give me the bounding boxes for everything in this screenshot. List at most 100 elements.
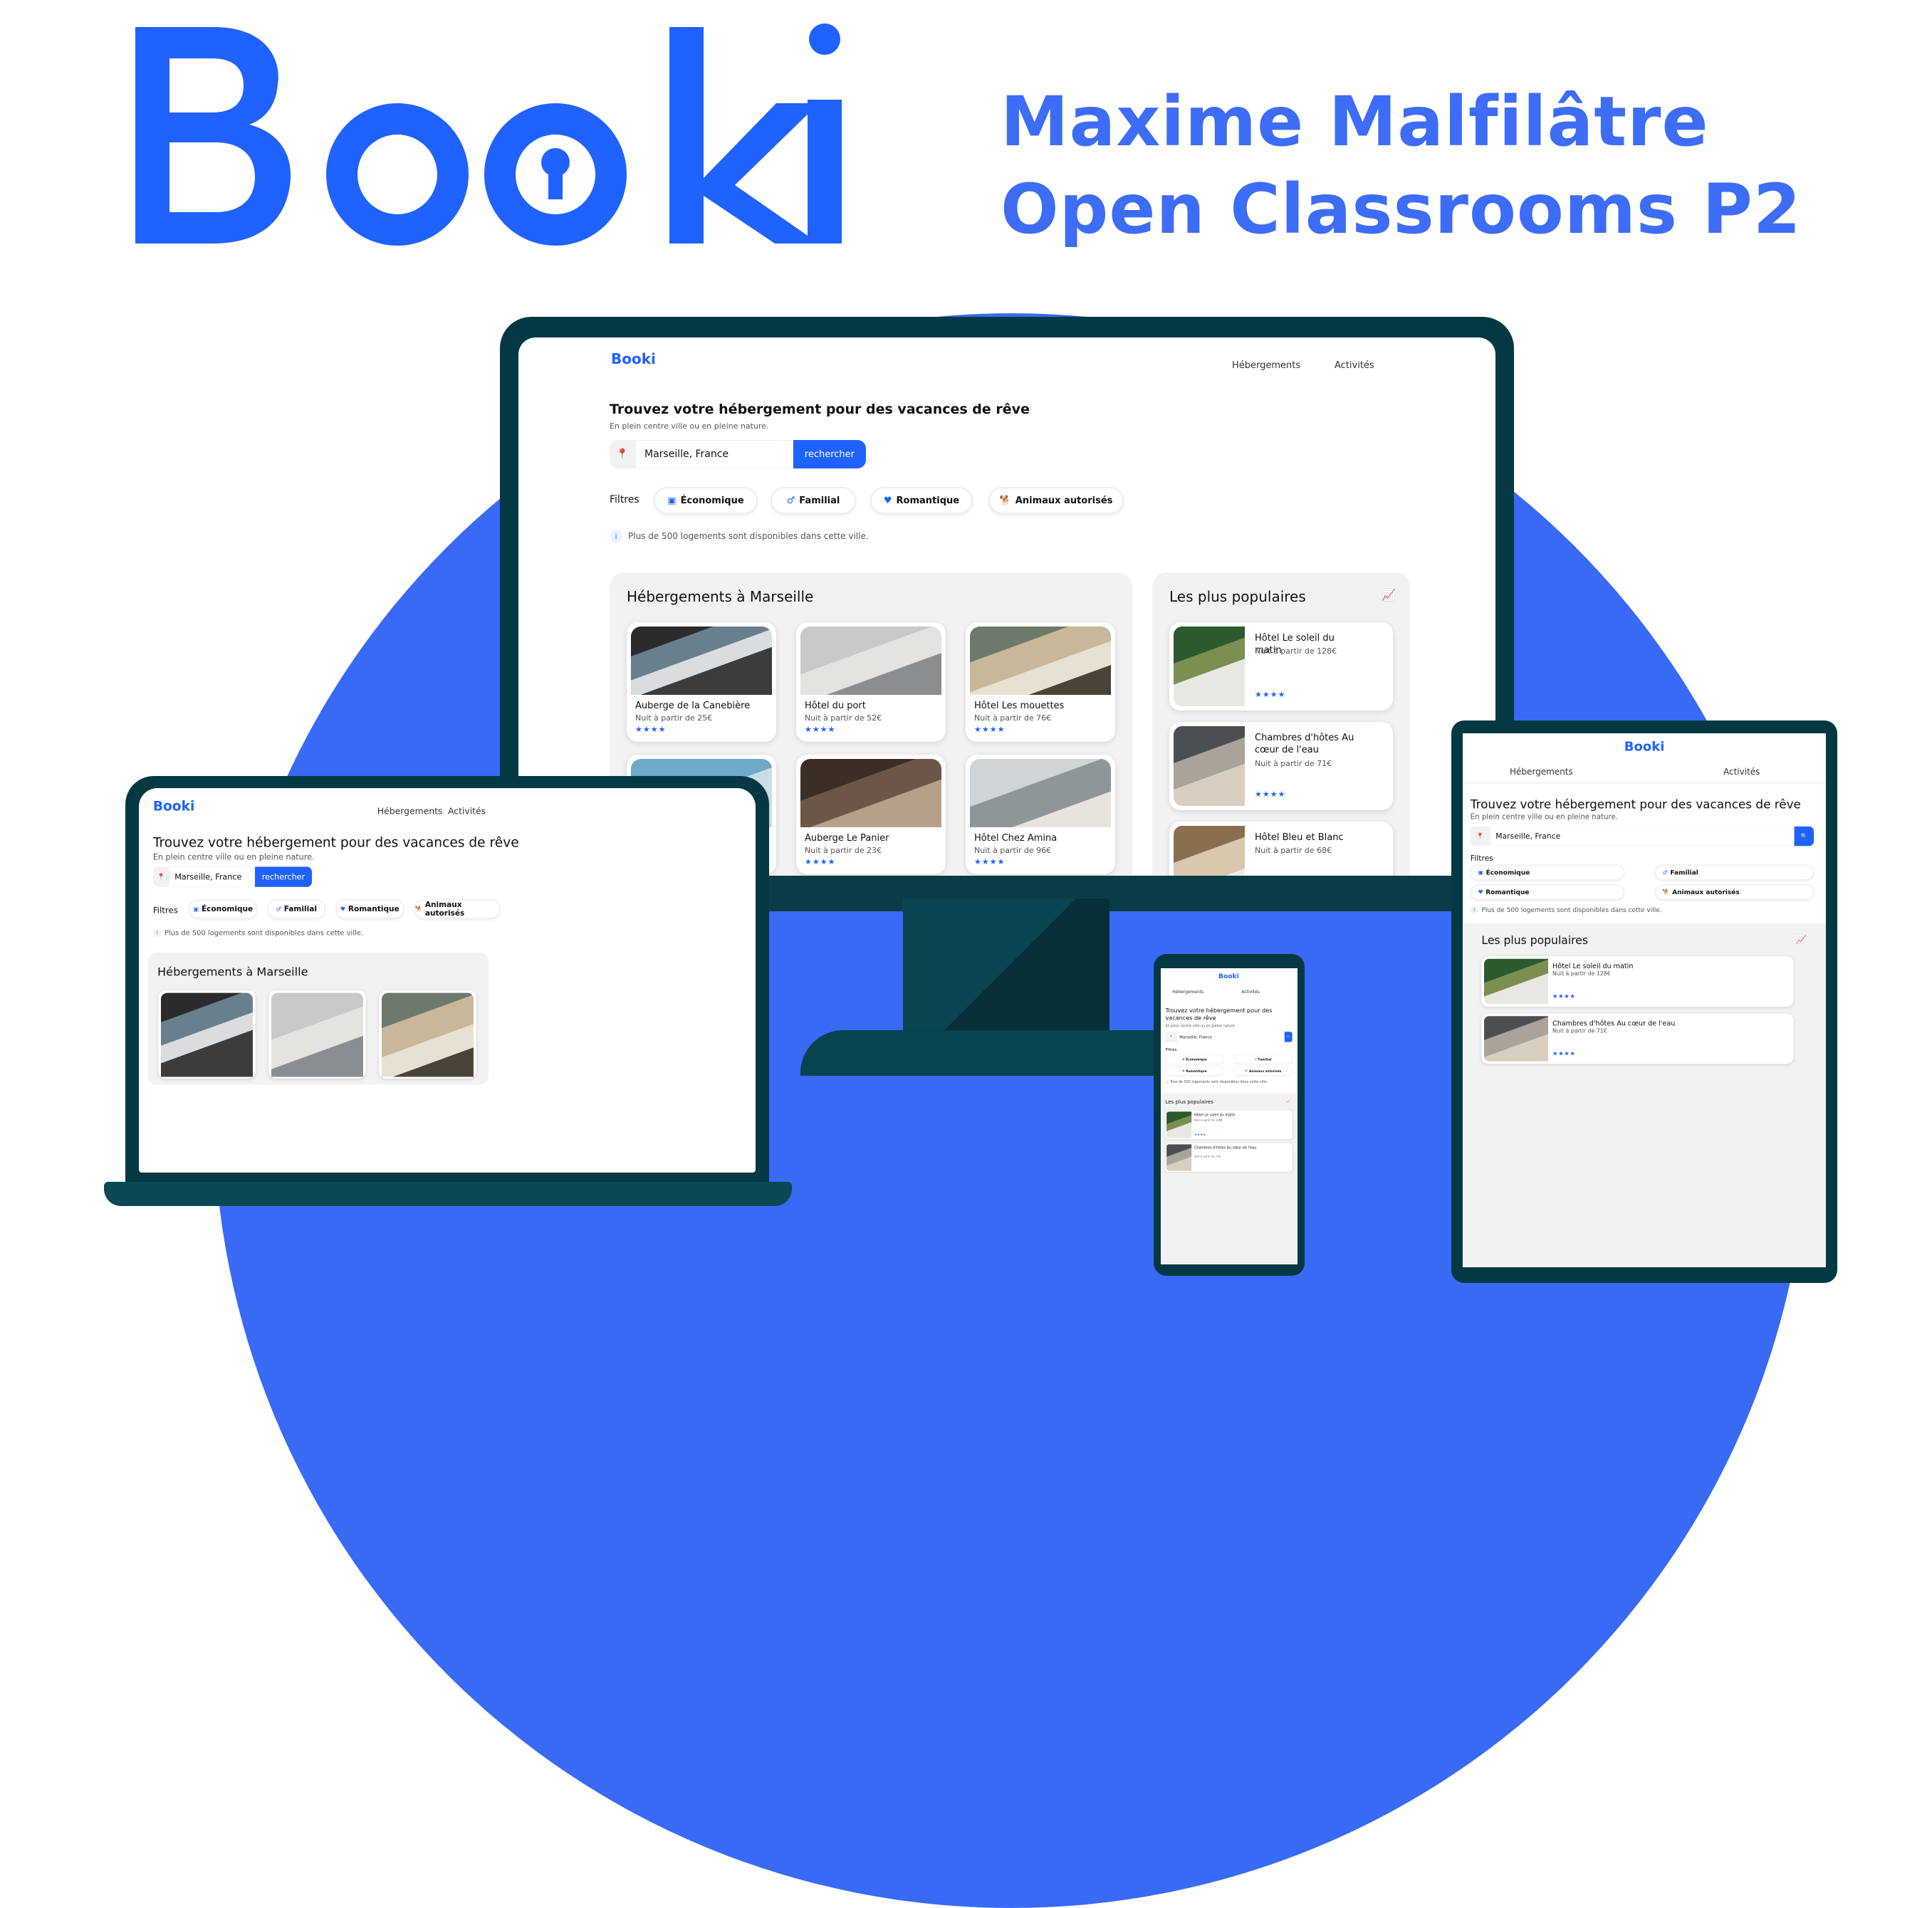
family-icon: ♂ [1254,1057,1257,1062]
search-input[interactable]: Marseille, France [635,440,793,468]
popular-card[interactable]: Chambres d'hôtes Au cœur de l'eau Nuit à… [1481,1013,1794,1064]
popular-card[interactable]: Chambres d'hôtes Au cœur de l'eau Nuit à… [1165,1143,1293,1173]
popular-photo [1484,1016,1548,1062]
popular-photo [1174,826,1245,876]
site-logo[interactable]: Booki [1624,739,1665,754]
dog-icon: 🐕 [1244,1069,1248,1073]
nav-hebergements[interactable]: Hébergements [1510,767,1573,777]
page-subheading: En plein centre ville ou en pleine natur… [152,852,315,862]
rating-stars: ★★★★ [1255,690,1286,699]
info-message: i Plus de 500 logements sont disponibles … [610,530,869,542]
family-icon: ♂ [276,906,281,913]
info-icon: i [1470,906,1478,914]
accommodation-card[interactable] [379,990,476,1079]
popular-card[interactable]: Hôtel Le soleil du matin Nuit à partir d… [1481,956,1794,1007]
money-icon: ▣ [1182,1057,1185,1062]
family-icon: ♂ [1662,869,1668,876]
filter-economique[interactable]: ▣ Économique [1165,1054,1224,1064]
accommodation-photo [382,992,474,1077]
popular-card[interactable]: Hôtel Le soleil du matin Nuit à partir d… [1165,1110,1293,1140]
popular-photo [1174,627,1245,706]
site-logo[interactable]: Booki [1218,972,1239,980]
phone-screen: Booki Hébergements Activités Trouvez vot… [1161,968,1297,1264]
accommodation-card[interactable]: Auberge de la Canebière Nuit à partir de… [627,622,776,742]
filter-animaux[interactable]: 🐕 Animaux autorisés [1655,884,1814,900]
popular-photo [1174,726,1245,806]
site-logo[interactable]: Booki [153,799,194,814]
site-logo[interactable]: Booki [611,350,656,367]
popular-card[interactable]: Hôtel Le soleil du matin Nuit à partir d… [1169,622,1393,711]
heart-icon: ♥ [340,906,346,913]
popular-panel: Les plus populaires 📈 Hôtel Le soleil du… [1152,572,1410,876]
popular-card[interactable]: Hôtel Bleu et Blanc Nuit à partir de 68€ [1169,822,1393,876]
search-button[interactable]: 🔍 [1284,1032,1293,1042]
filter-romantique[interactable]: ♥ Romantique [1165,1066,1224,1076]
nav-activites[interactable]: Activités [448,806,486,817]
nav-divider [1463,782,1826,784]
accommodation-photo [970,759,1111,827]
popular-panel: Les plus populaires 📈 Hôtel Le soleil du… [1161,1093,1297,1264]
accommodation-photo [271,992,363,1077]
search-input[interactable]: Marseille, France [1176,1032,1285,1042]
accommodation-card[interactable]: Hôtel Les mouettes Nuit à partir de 76€ … [966,622,1115,742]
filter-familial[interactable]: ♂ Familial [268,899,325,919]
filter-romantique[interactable]: ♥ Romantique [870,487,973,514]
nav-hebergements[interactable]: Hébergements [1232,360,1300,371]
nav-activites[interactable]: Activités [1335,360,1374,371]
accommodation-photo [970,627,1111,695]
trending-icon: 📈 [1382,588,1396,602]
nav-activites[interactable]: Activités [1241,990,1259,995]
nav-activites[interactable]: Activités [1723,767,1760,777]
location-pin-icon: 📍 [1169,1035,1173,1039]
search-button[interactable]: rechercher [793,440,866,468]
location-pin-icon: 📍 [616,449,629,460]
filter-familial[interactable]: ♂ Familial [1233,1054,1293,1064]
laptop-screen: Booki Hébergements Activités Trouvez vot… [139,788,756,1173]
booki-logo [135,27,819,246]
filter-economique[interactable]: ▣ Économique [1470,864,1624,881]
filter-economique[interactable]: ▣ Économique [654,487,758,514]
filters-label: Filtres [152,905,178,916]
nav-hebergements[interactable]: Hébergements [1172,990,1203,995]
filter-familial[interactable]: ♂ Familial [1655,864,1814,881]
filters-label: Filtres [1470,854,1493,863]
booki-logo-i [808,23,842,243]
accommodation-card[interactable] [268,990,366,1079]
filters-label: Filtres [1165,1047,1177,1052]
course-label: Open Classrooms P2 [1001,169,1802,249]
trending-icon: 📈 [1796,934,1807,945]
filter-animaux[interactable]: 🐕 Animaux autorisés [988,487,1124,514]
filter-economique[interactable]: ▣ Économique [189,899,258,919]
filter-animaux[interactable]: 🐕 Animaux autorisés [1233,1066,1293,1076]
nav-hebergements[interactable]: Hébergements [377,806,443,817]
rating-stars: ★★★★ [1552,1050,1576,1057]
search-bar: 📍 Marseille, France 🔍 [1165,1032,1293,1042]
accommodation-card[interactable]: Hôtel Chez Amina Nuit à partir de 96€ ★★… [966,755,1115,874]
filter-romantique[interactable]: ♥ Romantique [1470,884,1624,900]
popular-card[interactable]: Chambres d'hôtes Au cœur de l'eau Nuit à… [1169,722,1393,810]
rating-stars: ★★★★ [1194,1132,1206,1136]
page-subheading: En plein centre ville ou en pleine natur… [1165,1024,1236,1028]
search-button[interactable]: rechercher [254,866,313,887]
filter-animaux[interactable]: 🐕 Animaux autorisés [414,899,501,919]
accommodations-title: Hébergements à Marseille [157,965,308,979]
info-icon: i [1165,1080,1169,1084]
accommodation-card[interactable]: Hôtel du port Nuit à partir de 52€ ★★★★ [796,622,946,742]
dog-icon: 🐕 [415,906,423,913]
money-icon: ▣ [1478,869,1483,876]
accommodation-card[interactable]: Auberge Le Panier Nuit à partir de 23€ ★… [796,755,946,874]
filter-romantique[interactable]: ♥ Romantique [335,899,404,919]
search-input[interactable]: Marseille, France [1490,826,1795,846]
search-button[interactable]: 🔍 [1794,826,1814,846]
popular-panel: Les plus populaires 📈 Hôtel Le soleil du… [1463,923,1826,1267]
search-input[interactable]: Marseille, France [169,866,255,887]
rating-stars: ★★★★ [1552,992,1576,1000]
page-heading: Trouvez votre hébergement pour des vacan… [610,402,1030,417]
tablet-screen: Booki Hébergements Activités Trouvez vot… [1463,733,1826,1267]
accommodations-panel: Hébergements à Marseille [147,952,489,1085]
accommodation-photo [631,627,772,695]
family-icon: ♂ [786,495,795,506]
filter-familial[interactable]: ♂ Familial [771,487,856,514]
monitor-stand-neck [903,898,1109,1038]
accommodation-card[interactable] [158,990,256,1079]
